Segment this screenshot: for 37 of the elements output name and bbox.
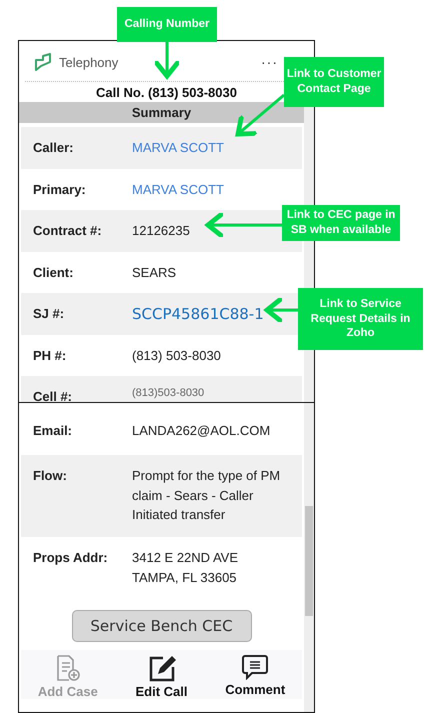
toolbar-action[interactable]: Comment	[208, 650, 302, 699]
field-label: Cell #:	[33, 389, 74, 402]
annotation-arrow	[152, 42, 182, 78]
field-label: PH #:	[33, 348, 68, 362]
field-label: Contract #:	[33, 223, 103, 238]
field-value: Prompt for the type of PM claim - Sears - Caller Initiated transfer	[132, 467, 282, 524]
field-label: Client:	[33, 264, 74, 280]
annotation-arrow	[264, 296, 298, 324]
toolbar-action[interactable]: Edit Call	[114, 650, 208, 699]
scrollbar[interactable]	[304, 403, 314, 712]
annotation-tooltip: Calling Number	[117, 7, 217, 42]
field-value: LANDA262@AOL.COM	[132, 422, 270, 440]
edit-icon	[148, 654, 176, 682]
field-value: (813)503-8030	[132, 386, 204, 401]
annotation-arrow	[236, 94, 285, 136]
field-label: SJ #:	[33, 306, 66, 321]
field-value: 12126235	[132, 222, 190, 240]
field-link[interactable]: SCCP45861C88-1	[132, 303, 264, 326]
field-label: Flow:	[33, 468, 68, 483]
app-name: Telephony	[59, 54, 118, 70]
service-bench-button[interactable]: Service Bench CEC	[72, 610, 252, 642]
more-menu[interactable]: ···	[261, 54, 278, 70]
field-link[interactable]: MARVA SCOTT	[132, 180, 224, 199]
section-title: Summary	[19, 102, 304, 123]
field-label: Email:	[33, 423, 74, 438]
annotation-tooltip: Link to CEC page in SB when available	[282, 205, 400, 241]
field-label: Props Addr:	[33, 550, 109, 565]
field-label: Primary:	[33, 182, 87, 196]
annotation-tooltip: Link to Customer Contact Page	[284, 57, 384, 107]
field-value: SEARS	[132, 264, 176, 282]
field-value: (813) 503-8030	[132, 346, 221, 365]
phone-logo-icon	[33, 52, 53, 72]
annotation-tooltip: Link to Service Request Details in Zoho	[298, 288, 423, 350]
comment-icon	[241, 654, 270, 680]
field-value: 3412 E 22ND AVE TAMPA, FL 33605	[132, 549, 238, 586]
field-label: Caller:	[33, 140, 74, 155]
add-document-icon	[54, 654, 81, 682]
